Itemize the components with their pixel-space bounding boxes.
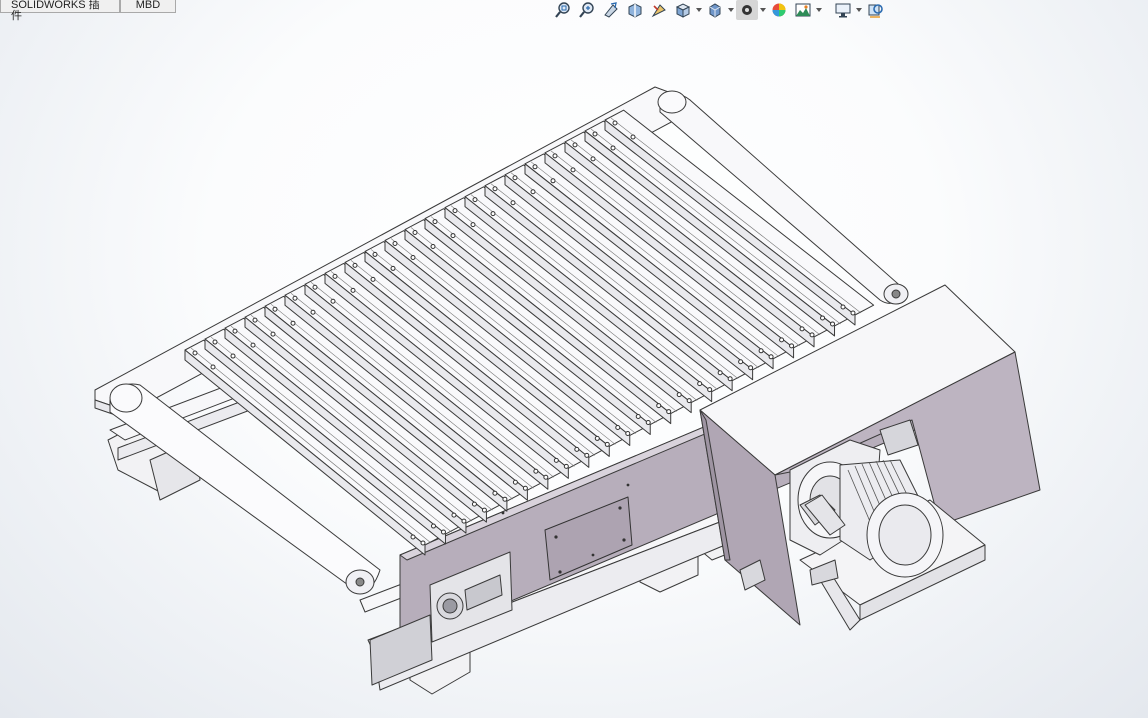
slat-bolt-hole [432, 219, 438, 225]
slat-bolt-hole [230, 353, 236, 359]
slat-bolt-hole [490, 211, 496, 217]
slat-bolt-hole [210, 364, 216, 370]
slat-bolt-hole [666, 409, 672, 415]
slat-bolt-hole [252, 317, 258, 323]
graphics-area[interactable] [0, 0, 1148, 718]
slat-bolt-hole [192, 350, 198, 356]
slat-bolt-hole [492, 186, 498, 192]
slat-bolt-hole [686, 398, 692, 404]
slat-bolt-hole [820, 315, 826, 321]
slat-bolt-hole [512, 479, 518, 485]
slat-bolt-hole [392, 240, 398, 246]
slat-bolt-hole [717, 370, 723, 376]
slat-bolt-hole [645, 420, 651, 426]
slat-bolt-hole [799, 326, 805, 332]
slat-bolt-hole [676, 392, 682, 398]
slat-bolt-hole [574, 446, 580, 452]
slat-bolt-hole [635, 414, 641, 420]
slat-bolt-hole [789, 343, 795, 349]
slat-bolt-hole [738, 359, 744, 365]
slat-bolt-hole [410, 534, 416, 540]
slat-bolt-hole [390, 265, 396, 271]
slat-bolt-hole [592, 131, 598, 137]
slat-bolt-hole [420, 540, 426, 546]
slat-bolt-hole [512, 175, 518, 181]
slat-bolt-hole [594, 435, 600, 441]
slat-bolt-hole [543, 474, 549, 480]
slat-bolt-hole [412, 230, 418, 236]
slat-bolt-hole [532, 164, 538, 170]
slat-bolt-hole [370, 276, 376, 282]
slat-bolt-hole [697, 381, 703, 387]
slat-bolt-hole [350, 287, 356, 293]
slat-bolt-hole [352, 262, 358, 268]
slat-bolt-hole [550, 178, 556, 184]
slat-bolt-hole [727, 376, 733, 382]
slat-bolt-hole [452, 208, 458, 214]
slat-bolt-hole [212, 339, 218, 345]
slat-bolt-hole [604, 441, 610, 447]
slat-bolt-hole [410, 254, 416, 260]
slat-bolt-hole [250, 342, 256, 348]
slat-bolt-hole [553, 457, 559, 463]
slat-bolt-hole [471, 501, 477, 507]
slat-bolt-hole [590, 156, 596, 162]
slat-bolt-hole [312, 284, 318, 290]
slat-bolt-hole [270, 331, 276, 337]
slat-bolt-hole [615, 424, 621, 430]
slat-bolt-hole [492, 490, 498, 496]
slat-bolt-hole [552, 153, 558, 159]
slat-bolt-hole [332, 273, 338, 279]
slat-bolt-hole [840, 304, 846, 310]
slat-bolt-hole [584, 452, 590, 458]
slat-bolt-hole [630, 134, 636, 140]
slat-bolt-hole [809, 332, 815, 338]
slat-bolt-hole [470, 222, 476, 228]
slat-bolt-hole [430, 244, 436, 250]
slat-bolt-hole [830, 321, 836, 327]
slat-bolt-hole [572, 142, 578, 148]
slat-bolt-hole [372, 251, 378, 257]
slat-bolt-hole [330, 298, 336, 304]
slat-bolt-hole [451, 512, 457, 518]
slat-bolt-hole [292, 295, 298, 301]
slat-bolt-hole [522, 485, 528, 491]
slat-bolt-hole [530, 189, 536, 195]
slat-bolt-hole [430, 523, 436, 529]
slat-bolt-hole [656, 403, 662, 409]
slat-bolt-hole [502, 496, 508, 502]
slat-bolt-hole [272, 306, 278, 312]
slat-bolt-hole [758, 348, 764, 354]
conveyor-model [94, 86, 1041, 695]
slat-bolt-hole [481, 507, 487, 513]
slat-bolt-hole [450, 233, 456, 239]
slat-bolt-hole [748, 365, 754, 371]
slat-bolt-hole [610, 145, 616, 151]
slat-bolt-hole [472, 197, 478, 203]
slat-bolt-hole [290, 320, 296, 326]
slat-bolt-hole [533, 468, 539, 474]
slat-bolt-hole [510, 200, 516, 206]
slat-bolt-hole [461, 518, 467, 524]
slat-bolt-hole [612, 120, 618, 126]
slat-bolt-hole [563, 463, 569, 469]
slat-bolt-hole [779, 337, 785, 343]
slat-bolt-hole [625, 430, 631, 436]
slat-bolt-hole [570, 167, 576, 173]
slat-bolt-hole [850, 310, 856, 316]
slat-bolt-hole [440, 529, 446, 535]
slat-bolt-hole [310, 309, 316, 315]
slat-bolt-hole [768, 354, 774, 360]
slat-bolt-hole [232, 328, 238, 334]
slat-bolt-hole [707, 387, 713, 393]
